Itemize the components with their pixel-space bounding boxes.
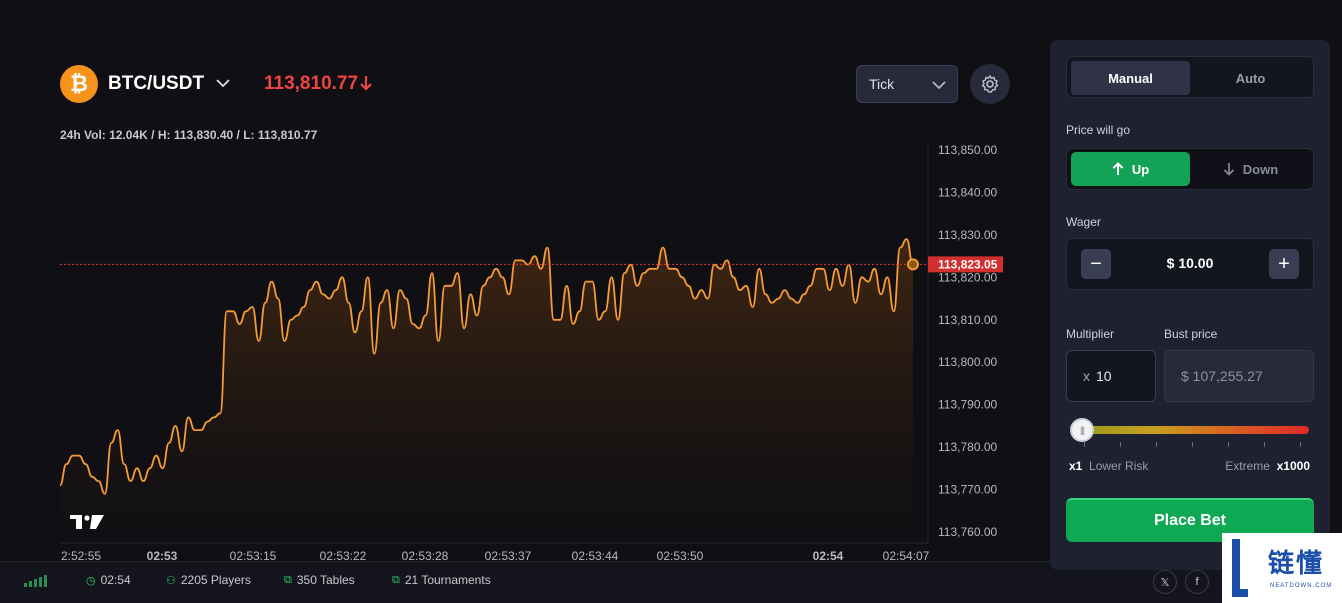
y-tick-label: 113,830.00: [938, 228, 997, 242]
server-time: ◷ 02:54: [86, 573, 131, 587]
down-label: Down: [1242, 161, 1279, 177]
current-price-badge-label: 113,823.05: [938, 257, 998, 271]
y-tick-label: 113,760.00: [938, 525, 997, 539]
x-social-glyph: 𝕏: [1160, 576, 1170, 589]
tab-manual[interactable]: Manual: [1071, 61, 1190, 95]
risk-slider-track[interactable]: [1084, 426, 1309, 434]
tables-count[interactable]: ⧉ 350 Tables: [284, 573, 355, 587]
gear-icon: [981, 74, 999, 93]
tournaments-count[interactable]: ⧉ 21 Tournaments: [392, 573, 491, 587]
risk-max-text: Extreme: [1225, 459, 1270, 473]
chevron-down-icon[interactable]: [214, 74, 232, 92]
watermark-l-icon: [1232, 539, 1248, 597]
current-price: 113,810.77: [264, 73, 359, 94]
risk-min-mult: x1: [1069, 459, 1083, 473]
up-label: Up: [1131, 161, 1150, 177]
multiplier-value: 10: [1096, 368, 1112, 384]
server-time-value: 02:54: [100, 573, 131, 587]
current-price-marker: [907, 258, 919, 271]
tournaments-count-value: 21 Tournaments: [404, 573, 491, 587]
multiplier-prefix: x: [1083, 368, 1090, 384]
bitcoin-glyph: ₿: [70, 71, 88, 96]
risk-min-label: x1 Lower Risk: [1069, 459, 1148, 473]
chart-canvas[interactable]: 113,850.00 113,840.00 113,830.00 113,820.00…: [0, 145, 1010, 565]
watermark-cn: 链懂: [1268, 549, 1325, 579]
wager-label: Wager: [1066, 215, 1101, 229]
wager-field[interactable]: − $ 10.00 +: [1066, 238, 1314, 290]
pair-selector[interactable]: BTC/USDT: [108, 73, 204, 95]
app-root: ₿ BTC/USDT 113,810.77 24h Vol: 12.04K / …: [0, 0, 1342, 603]
interval-value: Tick: [869, 76, 895, 92]
clock-icon: ◷: [86, 574, 96, 587]
bust-price-label: Bust price: [1164, 327, 1218, 341]
tables-count-value: 350 Tables: [296, 573, 355, 587]
market-stats: 24h Vol: 12.04K / H: 113,830.40 / L: 113…: [60, 128, 318, 142]
y-tick-label: 113,840.00: [938, 185, 997, 199]
arrow-down-icon: [360, 76, 372, 91]
settings-button[interactable]: [970, 64, 1010, 104]
mode-tabs: Manual Auto: [1066, 56, 1314, 98]
tab-auto[interactable]: Auto: [1191, 61, 1310, 95]
y-tick-label: 113,850.00: [938, 145, 997, 157]
y-tick-label: 113,790.00: [938, 398, 997, 412]
x-social-icon[interactable]: 𝕏: [1153, 570, 1177, 594]
arrow-down-icon: [1223, 163, 1234, 176]
wager-increase-button[interactable]: +: [1269, 249, 1299, 279]
y-tick-label: 113,770.00: [938, 483, 997, 497]
y-tick-label: 113,820.00: [938, 270, 997, 284]
down-button[interactable]: Down: [1191, 152, 1310, 186]
tables-icon: ⧉: [284, 573, 292, 586]
risk-slider-thumb[interactable]: |||: [1070, 418, 1094, 442]
direction-toggle: Up Down: [1066, 148, 1314, 190]
interval-select[interactable]: Tick: [856, 65, 958, 103]
arrow-up-icon: [1112, 162, 1124, 175]
watermark-en: NEATDOWN.COM: [1270, 583, 1333, 589]
y-tick-label: 113,800.00: [938, 355, 997, 369]
facebook-icon[interactable]: f: [1185, 570, 1209, 594]
risk-slider-ticks: [1084, 442, 1309, 448]
bet-panel: Manual Auto Price will go Up Down Wager …: [1050, 40, 1330, 570]
players-count[interactable]: ⚇ 2205 Players: [166, 573, 251, 587]
risk-max-label: Extreme x1000: [1225, 459, 1310, 473]
price-chart[interactable]: 113,850.00 113,840.00 113,830.00 113,820.00…: [0, 145, 1010, 565]
y-tick-label: 113,810.00: [938, 313, 997, 327]
players-count-value: 2205 Players: [180, 573, 251, 587]
direction-label: Price will go: [1066, 123, 1131, 137]
risk-max-mult: x1000: [1276, 459, 1310, 473]
user-icon: ⚇: [166, 574, 176, 587]
multiplier-label: Multiplier: [1066, 327, 1115, 341]
up-button[interactable]: Up: [1071, 152, 1190, 186]
connection-signal-icon: [24, 575, 47, 587]
multiplier-input[interactable]: x 10: [1066, 350, 1156, 402]
y-tick-label: 113,780.00: [938, 440, 997, 454]
risk-min-text: Lower Risk: [1089, 459, 1149, 473]
chevron-down-icon: [932, 81, 946, 90]
bitcoin-icon: ₿: [60, 65, 98, 103]
facebook-glyph: f: [1195, 576, 1199, 588]
tournament-icon: ⧉: [392, 573, 400, 586]
watermark-logo: 链懂 NEATDOWN.COM: [1222, 533, 1342, 603]
bust-price-field: $ 107,255.27: [1164, 350, 1314, 402]
